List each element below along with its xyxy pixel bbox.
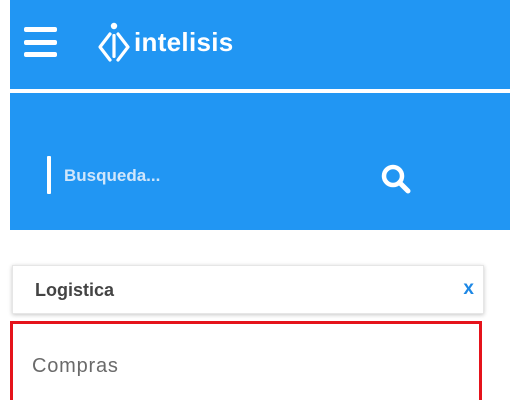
section-title: Logistica [35,280,115,300]
intelisis-logo-icon [98,22,130,62]
brand-logo[interactable]: intelisis [96,20,234,64]
search-icon [381,164,411,194]
search-button[interactable] [378,161,414,197]
close-icon[interactable]: x [463,278,474,300]
search-cursor-indicator [47,156,51,194]
menu-item-compras[interactable]: Compras [10,321,482,400]
menu-bar [24,52,57,57]
search-input[interactable] [58,162,370,190]
brand-name: intelisis [134,26,234,57]
hamburger-menu-icon[interactable] [24,27,57,57]
menu-bar [24,39,57,45]
section-card-logistica[interactable]: Logistica x [12,265,484,314]
app-header: intelisis [10,0,510,89]
menu-bar [24,27,57,32]
menu-item-label: Compras [32,355,119,377]
